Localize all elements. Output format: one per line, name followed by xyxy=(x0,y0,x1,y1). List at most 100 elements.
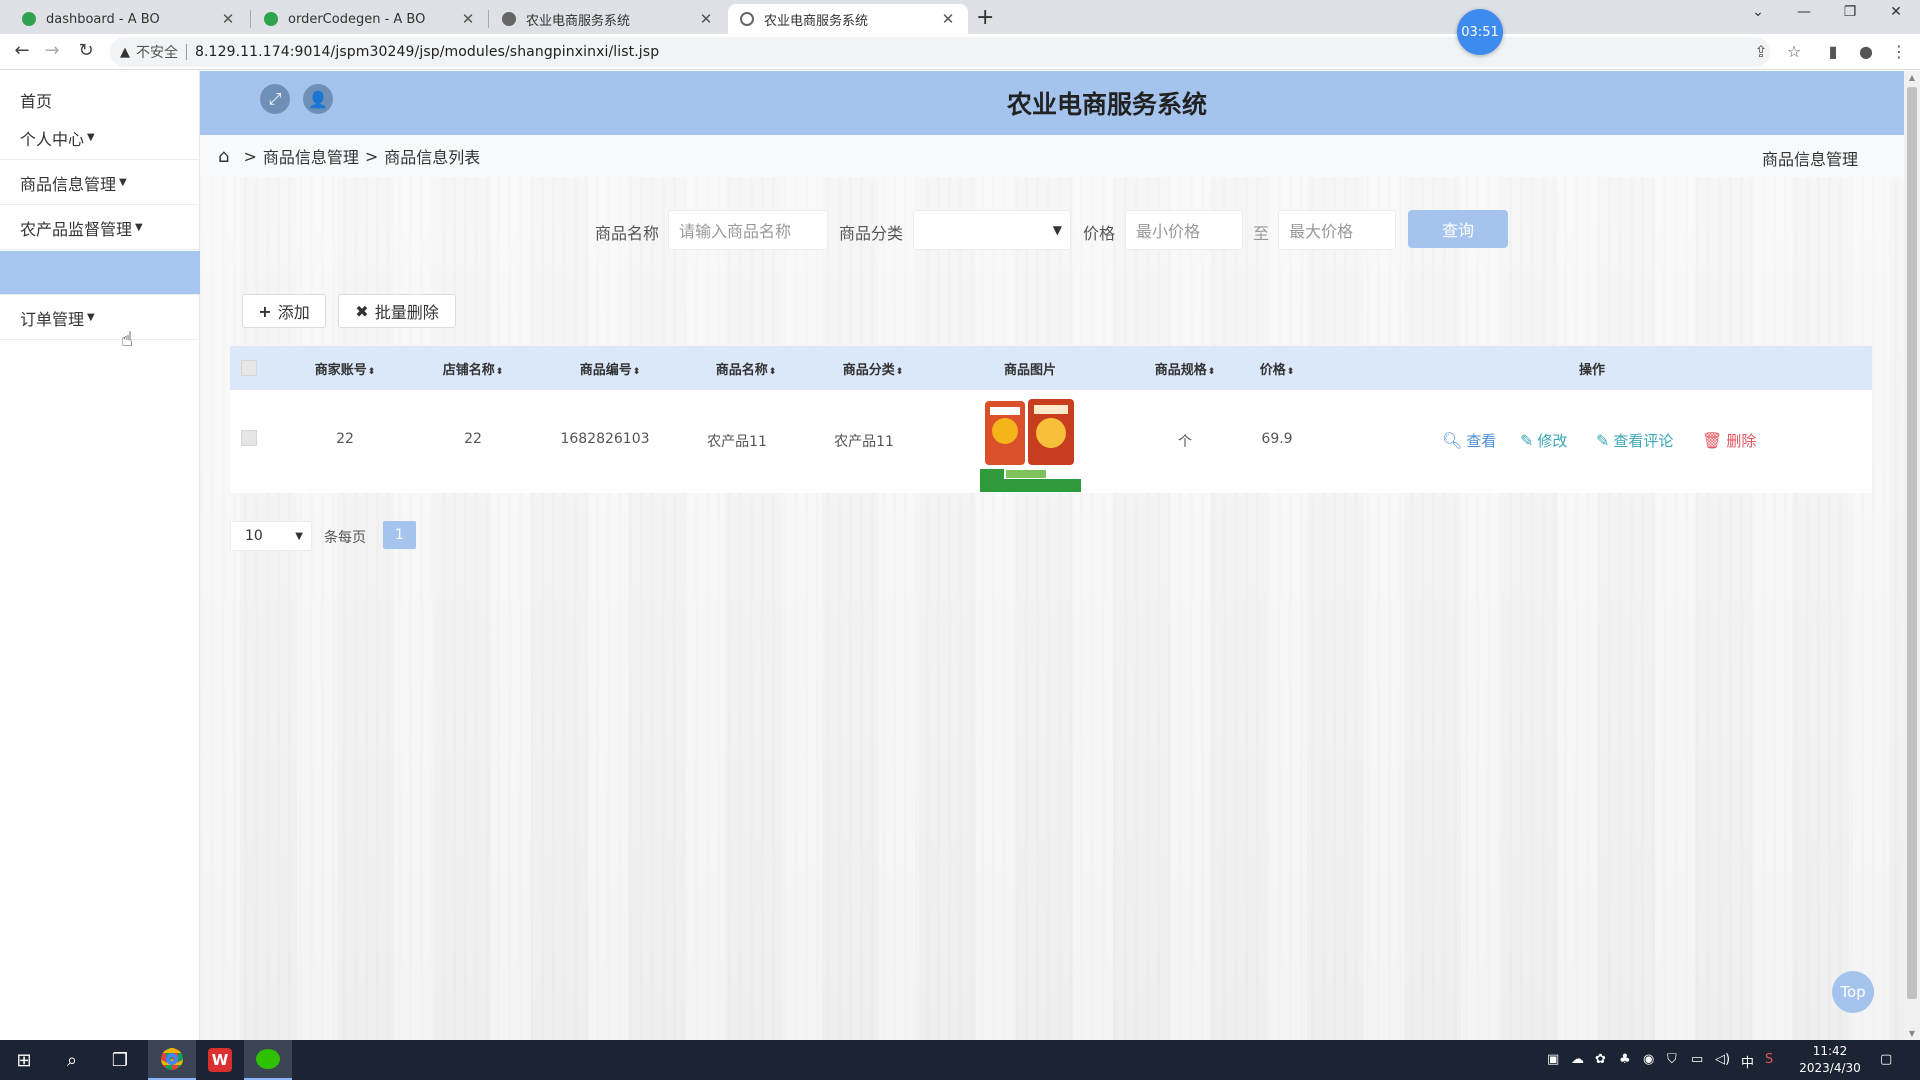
search-icon[interactable]: ⌕ xyxy=(48,1040,96,1080)
column-header[interactable]: 价格⬍ xyxy=(1237,359,1317,378)
sidebar-item-orders[interactable]: 订单管理 ▼ xyxy=(0,296,200,340)
tray-app-icon[interactable]: ✿ xyxy=(1595,1052,1606,1067)
column-header[interactable]: 店铺名称⬍ xyxy=(418,359,528,378)
url-text[interactable]: 8.129.11.174:9014/jspm30249/jsp/modules/… xyxy=(195,44,659,60)
column-header[interactable]: 商品规格⬍ xyxy=(1130,359,1240,378)
site-favicon-icon xyxy=(264,12,278,26)
close-icon[interactable]: ✕ xyxy=(220,10,236,28)
page-scrollbar[interactable]: ▲ ▼ xyxy=(1904,71,1920,1040)
wechat-tray-icon[interactable]: ◉ xyxy=(1643,1052,1654,1067)
column-header[interactable]: 商品名称⬍ xyxy=(691,359,801,378)
home-icon[interactable]: ⌂ xyxy=(218,146,229,167)
delete-button[interactable]: 🗑︎ 删除 xyxy=(1702,430,1756,451)
profile-icon[interactable]: ● xyxy=(1855,42,1877,61)
caret-down-icon: ▼ xyxy=(87,312,95,323)
shield-icon[interactable]: ⛉ xyxy=(1667,1052,1677,1067)
address-bar[interactable]: ▲ 不安全 8.129.11.174:9014/jspm30249/jsp/mo… xyxy=(110,37,1770,67)
sidebar-item-product-management[interactable]: 商品信息管理 ▼ xyxy=(0,161,200,205)
volume-icon[interactable]: ◁) xyxy=(1715,1052,1730,1067)
tray-app-icon[interactable]: ▣ xyxy=(1547,1052,1559,1067)
notification-icon[interactable]: ▢ xyxy=(1880,1052,1892,1067)
price-cell: 69.9 xyxy=(1261,431,1293,447)
tray-app-icon[interactable]: ♣ xyxy=(1619,1052,1631,1067)
reload-icon[interactable]: ↻ xyxy=(74,40,98,61)
restore-icon[interactable]: ❐ xyxy=(1830,4,1870,20)
back-arrow-icon[interactable]: ← xyxy=(10,40,34,61)
add-button[interactable]: + 添加 xyxy=(242,294,326,328)
breadcrumb-item: 商品信息列表 xyxy=(384,148,481,167)
main-content: ⤢ 👤 农业电商服务系统 ⌂ > 商品信息管理 > 商品信息列表 商品信息管理 … xyxy=(200,71,1904,1040)
new-tab-icon[interactable]: + xyxy=(976,5,994,30)
sidebar-item-supervision[interactable]: 农产品监督管理 ▼ xyxy=(0,206,200,250)
minimize-icon[interactable]: — xyxy=(1784,4,1824,20)
back-to-top-button[interactable]: Top xyxy=(1832,971,1874,1013)
chevron-down-icon[interactable]: ⌄ xyxy=(1738,4,1778,20)
insecure-label: 不安全 xyxy=(136,45,178,61)
view-comments-button[interactable]: ✎ 查看评论 xyxy=(1596,430,1673,451)
network-icon[interactable]: ▭ xyxy=(1691,1052,1703,1067)
browser-tab[interactable]: orderCodegen - A BO ✕ xyxy=(252,4,488,34)
add-button-label: 添加 xyxy=(277,303,310,322)
recording-timer-badge[interactable]: 03:51 xyxy=(1457,9,1503,55)
chrome-icon[interactable] xyxy=(148,1040,196,1080)
breadcrumb-item[interactable]: 商品信息管理 xyxy=(263,144,359,168)
caret-down-icon: ▼ xyxy=(87,132,95,143)
ime-indicator[interactable]: 中 xyxy=(1741,1052,1754,1071)
sidebar: 首页 个人中心 ▼ 商品信息管理 ▼ 农产品监督管理 ▼ 订单管理 ▼ xyxy=(0,71,200,1040)
star-icon[interactable]: ☆ xyxy=(1783,42,1805,61)
window-close-icon[interactable]: ✕ xyxy=(1876,4,1916,20)
sogou-ime-icon[interactable]: S xyxy=(1765,1052,1773,1067)
category-label: 商品分类 xyxy=(839,224,904,243)
shop-cell: 22 xyxy=(464,431,482,447)
max-price-input[interactable]: 最大价格 xyxy=(1278,210,1396,250)
input-placeholder: 最小价格 xyxy=(1136,222,1201,241)
per-page-label: 条每页 xyxy=(324,530,366,546)
browser-tab[interactable]: dashboard - A BO ✕ xyxy=(10,4,248,34)
browser-tab[interactable]: 农业电商服务系统 ✕ xyxy=(490,4,726,34)
column-header[interactable]: 商品编号⬍ xyxy=(555,359,665,378)
windows-start-icon[interactable]: ⊞ xyxy=(0,1040,48,1080)
sort-icon: ⬍ xyxy=(367,367,376,377)
close-icon[interactable]: ✕ xyxy=(940,10,956,28)
wechat-icon[interactable] xyxy=(244,1040,292,1080)
browser-tab-label: 农业电商服务系统 xyxy=(526,13,631,29)
min-price-input[interactable]: 最小价格 xyxy=(1125,210,1243,250)
search-button[interactable]: 查询 xyxy=(1408,210,1508,248)
row-checkbox[interactable] xyxy=(241,430,257,446)
browser-tab-active[interactable]: 农业电商服务系统 ✕ xyxy=(728,4,968,34)
wps-icon[interactable]: W xyxy=(196,1040,244,1080)
scrollbar-thumb[interactable] xyxy=(1907,87,1917,999)
scroll-down-icon[interactable]: ▼ xyxy=(1904,1029,1920,1038)
forward-arrow-icon[interactable]: → xyxy=(40,40,64,61)
page-number-button[interactable]: 1 xyxy=(383,521,416,549)
browser-tab-label: 农业电商服务系统 xyxy=(764,13,869,29)
side-panel-icon[interactable]: ▮ xyxy=(1822,42,1844,61)
sidebar-item-label: 农产品监督管理 xyxy=(20,219,133,239)
column-header[interactable]: 商家账号⬍ xyxy=(290,359,400,378)
sidebar-item-personal-center[interactable]: 个人中心 ▼ xyxy=(0,116,200,160)
select-all-checkbox[interactable] xyxy=(241,360,257,376)
product-image[interactable] xyxy=(980,395,1081,492)
page-size-select[interactable]: 10 ▼ xyxy=(230,521,312,551)
batch-delete-button-label: 批量删除 xyxy=(374,303,439,322)
input-placeholder: 请输入商品名称 xyxy=(679,222,792,241)
product-name-input[interactable]: 请输入商品名称 xyxy=(668,210,828,250)
column-header[interactable]: 商品分类⬍ xyxy=(818,359,928,378)
view-button[interactable]: 🔍︎ 查看 xyxy=(1442,430,1496,451)
sort-icon: ⬍ xyxy=(895,367,904,377)
batch-delete-button[interactable]: ✖ 批量删除 xyxy=(338,294,456,328)
menu-icon[interactable]: ⋮ xyxy=(1888,42,1910,61)
sidebar-item-home[interactable]: 首页 xyxy=(0,71,200,116)
edit-button[interactable]: ✎ 修改 xyxy=(1520,430,1567,451)
close-icon[interactable]: ✕ xyxy=(460,10,476,28)
sidebar-item-hovered[interactable] xyxy=(0,251,200,295)
scroll-up-icon[interactable]: ▲ xyxy=(1904,73,1920,82)
category-cell: 农产品11 xyxy=(834,434,894,450)
category-select[interactable]: ▼ xyxy=(913,210,1071,250)
trash-icon: 🗑︎ xyxy=(1702,431,1723,450)
close-icon[interactable]: ✕ xyxy=(698,10,714,28)
task-view-icon[interactable]: ❐ xyxy=(96,1040,144,1080)
share-icon[interactable]: ⇪ xyxy=(1750,42,1772,61)
system-clock[interactable]: 11:42 2023/4/30 xyxy=(1790,1043,1870,1077)
cloud-icon[interactable]: ☁ xyxy=(1571,1052,1584,1067)
